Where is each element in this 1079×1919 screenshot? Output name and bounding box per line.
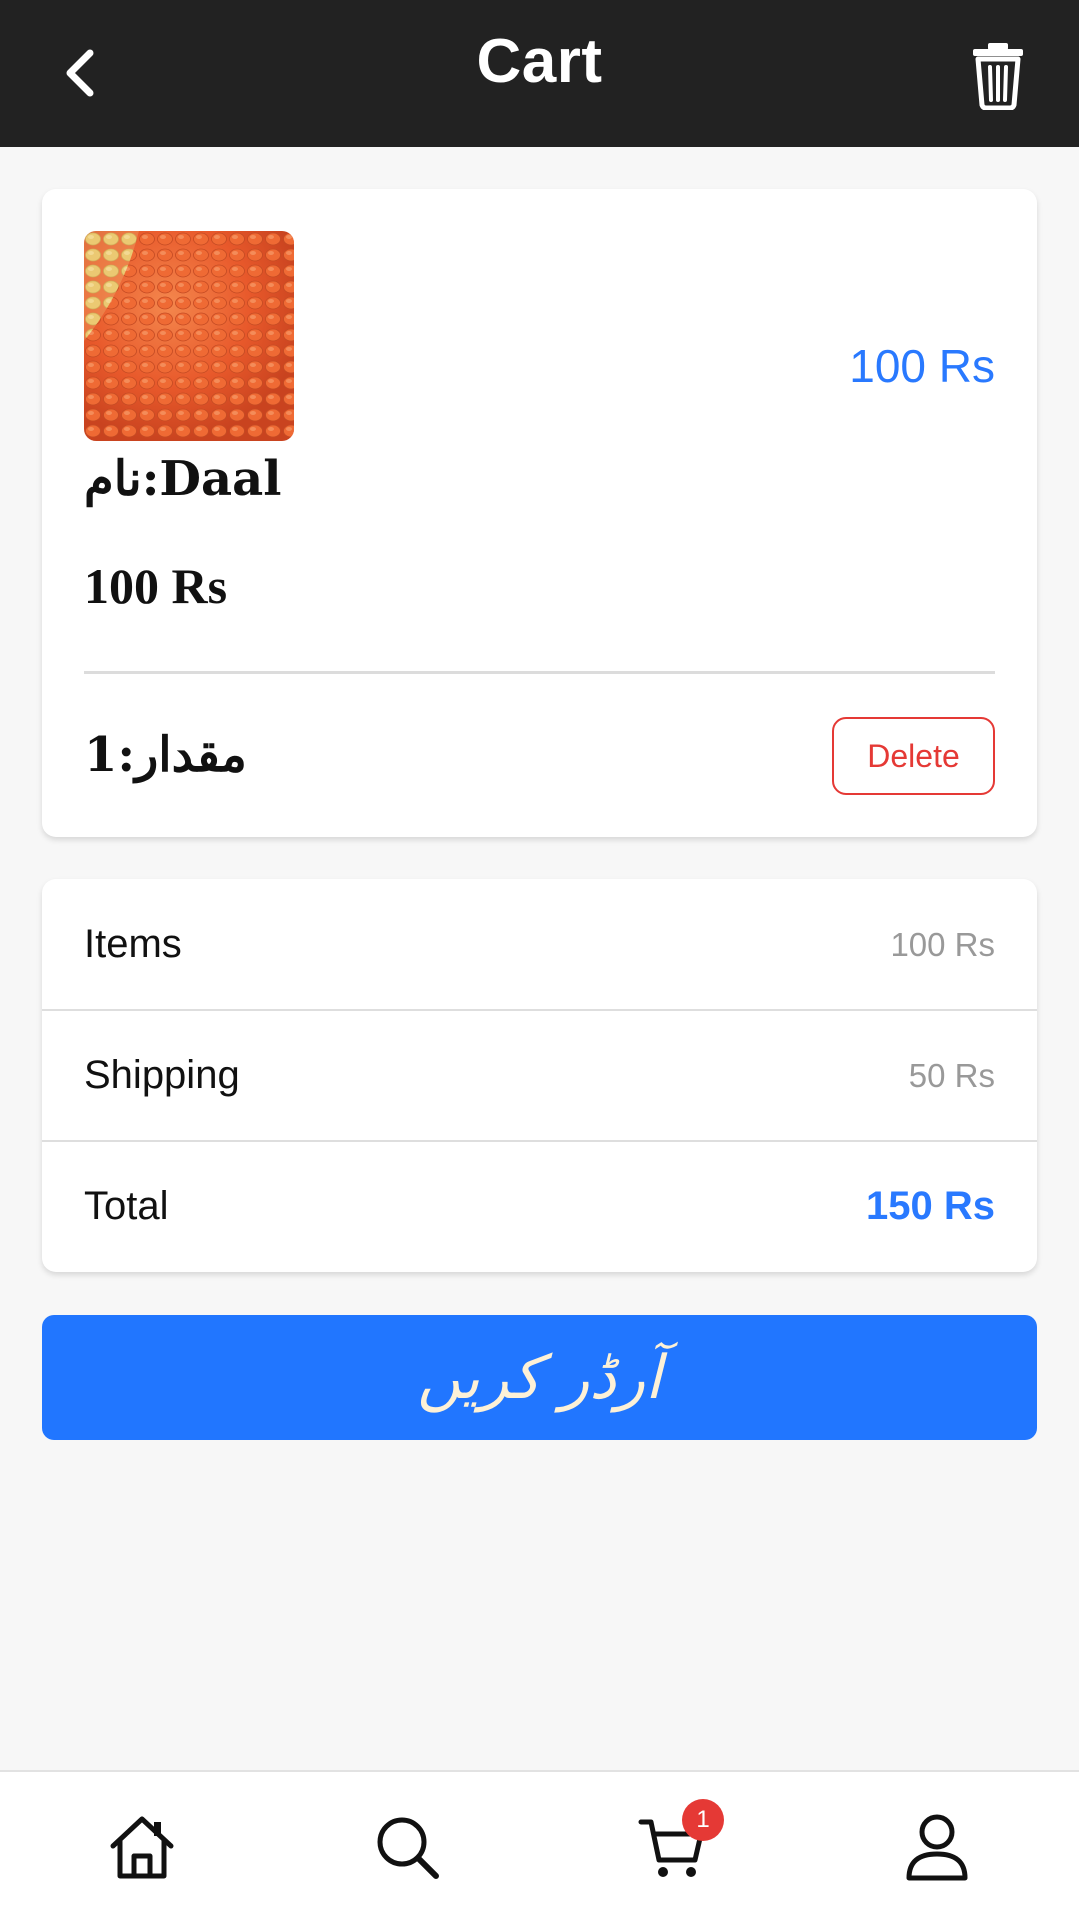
order-summary-card: Items 100 Rs Shipping 50 Rs Total 150 Rs (42, 879, 1037, 1272)
summary-row-total: Total 150 Rs (42, 1141, 1037, 1272)
divider (84, 671, 995, 674)
home-icon[interactable] (107, 1812, 177, 1882)
summary-total-value: 150 Rs (866, 1184, 995, 1228)
quantity-label: مقدار:1 (84, 727, 247, 783)
page-title: Cart (476, 27, 603, 96)
summary-label: Items (84, 922, 182, 966)
search-icon[interactable] (372, 1812, 442, 1882)
item-price: 100 Rs (849, 340, 995, 392)
product-image (84, 231, 294, 441)
profile-icon[interactable] (902, 1812, 972, 1882)
place-order-button[interactable]: آرڈر کریں (42, 1315, 1037, 1440)
cart-item-card: 100 Rs نام:Daal 100 Rs مقدار:1 Delete (42, 189, 1037, 837)
summary-row-shipping: Shipping 50 Rs (42, 1010, 1037, 1141)
summary-label: Shipping (84, 1053, 240, 1097)
product-name: نام:Daal (84, 451, 282, 507)
bottom-navigation (0, 1770, 1079, 1919)
top-app-bar: Cart (0, 0, 1079, 147)
summary-label: Total (84, 1184, 169, 1228)
product-unit-price: 100 Rs (84, 558, 228, 614)
summary-value: 100 Rs (890, 925, 995, 963)
trash-icon[interactable] (968, 40, 1028, 111)
summary-value: 50 Rs (908, 1056, 995, 1094)
cart-count-badge: 1 (682, 1799, 724, 1841)
summary-row-items: Items 100 Rs (42, 879, 1037, 1010)
delete-item-button[interactable]: Delete (832, 717, 995, 795)
